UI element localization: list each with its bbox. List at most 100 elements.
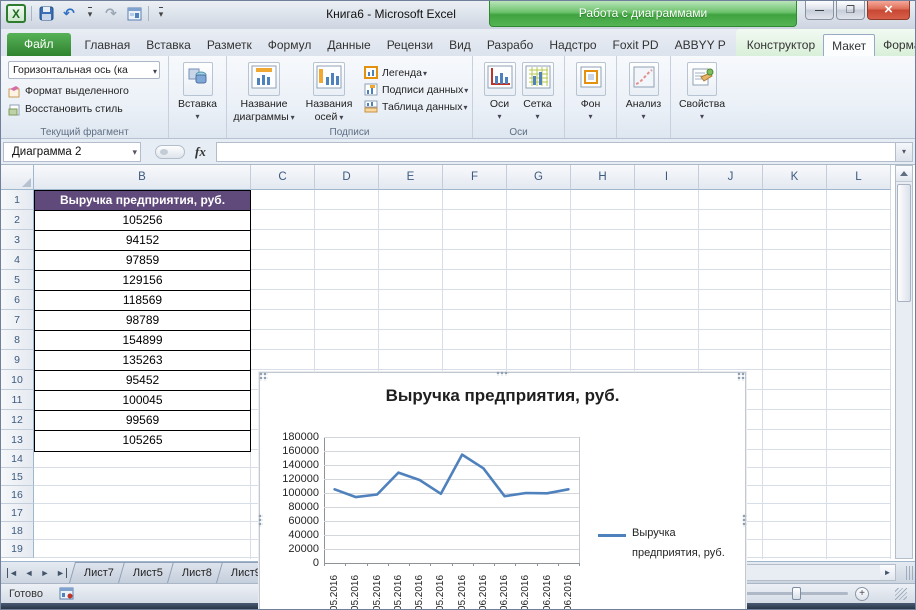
chart-handle[interactable] xyxy=(496,371,509,376)
ribbon-tab[interactable]: Данные xyxy=(319,34,378,56)
row-header[interactable]: 12 xyxy=(1,410,34,430)
reset-style-button[interactable]: Восстановить стиль xyxy=(4,100,165,118)
legend-button[interactable]: Легенда xyxy=(364,66,468,79)
row-header[interactable]: 2 xyxy=(1,210,34,230)
previous-sheet-icon[interactable]: ◄ xyxy=(23,568,35,578)
table-cell[interactable]: 97859 xyxy=(35,251,250,271)
table-cell[interactable]: 135263 xyxy=(35,351,250,371)
zoom-in-icon[interactable]: + xyxy=(855,587,869,601)
column-header[interactable]: H xyxy=(571,165,635,190)
ribbon-tab[interactable]: Вид xyxy=(441,34,479,56)
row-header[interactable]: 1 xyxy=(1,190,34,210)
select-all-corner[interactable] xyxy=(1,165,34,190)
close-button[interactable] xyxy=(867,1,910,20)
table-cell[interactable]: 118569 xyxy=(35,291,250,311)
data-labels-button[interactable]: Подписи данных xyxy=(364,83,468,96)
background-button[interactable]: Фон xyxy=(568,59,613,122)
row-header[interactable]: 16 xyxy=(1,486,34,504)
legend-label[interactable]: Выручка предприятия, руб. xyxy=(632,524,742,564)
chart-element-selector[interactable]: Горизонтальная ось (ка xyxy=(8,61,160,79)
ribbon-tab[interactable]: Разрабо xyxy=(479,34,542,56)
ribbon-tab[interactable]: Разметк xyxy=(199,34,260,56)
ribbon-tab[interactable]: Формат xyxy=(875,34,916,56)
axes-button[interactable]: Оси xyxy=(484,59,516,125)
row-header[interactable]: 14 xyxy=(1,450,34,468)
table-cell[interactable]: 94152 xyxy=(35,231,250,251)
ribbon-tab[interactable]: Макет xyxy=(823,34,875,56)
column-header[interactable]: I xyxy=(635,165,699,190)
column-header[interactable]: G xyxy=(507,165,571,190)
chart-handle[interactable] xyxy=(259,372,268,381)
expand-formula-bar-icon[interactable] xyxy=(895,142,913,162)
column-header[interactable]: K xyxy=(763,165,827,190)
data-table-button[interactable]: Таблица данных xyxy=(364,100,468,113)
minimize-button[interactable] xyxy=(805,1,834,20)
table-header-cell[interactable]: Выручка предприятия, руб. xyxy=(35,191,250,211)
ribbon-tab[interactable]: Конструктор xyxy=(739,34,823,56)
table-cell[interactable]: 129156 xyxy=(35,271,250,291)
macro-record-icon[interactable] xyxy=(59,587,74,600)
column-header[interactable]: E xyxy=(379,165,443,190)
name-box[interactable]: Диаграмма 2 xyxy=(3,142,141,162)
row-header[interactable]: 6 xyxy=(1,290,34,310)
maximize-button[interactable] xyxy=(836,1,865,20)
table-cell[interactable]: 105265 xyxy=(35,431,250,451)
axis-titles-button[interactable]: Названия осей xyxy=(298,59,360,125)
column-header[interactable]: F xyxy=(443,165,507,190)
column-header[interactable]: B xyxy=(34,165,251,190)
ribbon-tab[interactable]: Главная xyxy=(77,34,139,56)
last-sheet-icon[interactable]: ► xyxy=(55,568,67,578)
table-cell[interactable]: 98789 xyxy=(35,311,250,331)
row-header[interactable]: 10 xyxy=(1,370,34,390)
column-header[interactable]: D xyxy=(315,165,379,190)
row-header[interactable]: 4 xyxy=(1,250,34,270)
zoom-slider-track[interactable] xyxy=(744,592,848,595)
row-header[interactable]: 19 xyxy=(1,540,34,558)
row-header[interactable]: 5 xyxy=(1,270,34,290)
next-sheet-icon[interactable]: ► xyxy=(39,568,51,578)
table-cell[interactable]: 154899 xyxy=(35,331,250,351)
column-header[interactable]: L xyxy=(827,165,891,190)
ribbon-tab[interactable]: ABBYY P xyxy=(667,34,734,56)
row-header[interactable]: 11 xyxy=(1,390,34,410)
insert-button[interactable]: Вставка xyxy=(172,59,223,122)
chart-title-button[interactable]: Название диаграммы xyxy=(230,59,298,125)
line-series[interactable] xyxy=(324,437,579,563)
zoom-slider-thumb[interactable] xyxy=(792,587,801,600)
ribbon-tab[interactable]: Формул xyxy=(260,34,320,56)
ribbon-tab[interactable]: Foxit PD xyxy=(605,34,667,56)
scroll-right-icon[interactable]: ► xyxy=(880,565,895,580)
resize-grip[interactable] xyxy=(895,588,907,600)
row-header[interactable]: 13 xyxy=(1,430,34,450)
vertical-scroll-thumb[interactable] xyxy=(897,184,911,302)
vertical-scrollbar[interactable] xyxy=(895,165,913,559)
chart-handle[interactable] xyxy=(258,514,263,527)
properties-button[interactable]: Свойства xyxy=(674,59,730,122)
table-cell[interactable]: 95452 xyxy=(35,371,250,391)
column-header[interactable]: C xyxy=(251,165,315,190)
insert-function-icon[interactable]: fx xyxy=(195,144,206,160)
formula-input[interactable] xyxy=(216,142,895,162)
row-header[interactable]: 15 xyxy=(1,468,34,486)
tab-split-handle[interactable] xyxy=(906,566,913,580)
column-header[interactable]: J xyxy=(699,165,763,190)
analysis-button[interactable]: Анализ xyxy=(620,59,667,122)
table-cell[interactable]: 105256 xyxy=(35,211,250,231)
row-header[interactable]: 8 xyxy=(1,330,34,350)
table-cell[interactable]: 99569 xyxy=(35,411,250,431)
row-header[interactable]: 17 xyxy=(1,504,34,522)
format-selection-button[interactable]: Формат выделенного xyxy=(4,82,165,100)
row-header[interactable]: 7 xyxy=(1,310,34,330)
ribbon-tab[interactable]: Рецензи xyxy=(379,34,441,56)
ribbon-tab[interactable]: Надстро xyxy=(541,34,604,56)
chart-handle[interactable] xyxy=(737,372,746,381)
row-header[interactable]: 9 xyxy=(1,350,34,370)
row-header[interactable]: 3 xyxy=(1,230,34,250)
ribbon-tab[interactable]: Вставка xyxy=(138,34,199,56)
gridlines-button[interactable]: Сетка xyxy=(522,59,554,125)
first-sheet-icon[interactable]: ◄ xyxy=(7,568,19,578)
scroll-up-icon[interactable] xyxy=(896,166,912,182)
table-cell[interactable]: 100045 xyxy=(35,391,250,411)
file-tab[interactable]: Файл xyxy=(7,33,71,56)
chart[interactable]: Выручка предприятия, руб. 18000016000014… xyxy=(259,372,746,610)
